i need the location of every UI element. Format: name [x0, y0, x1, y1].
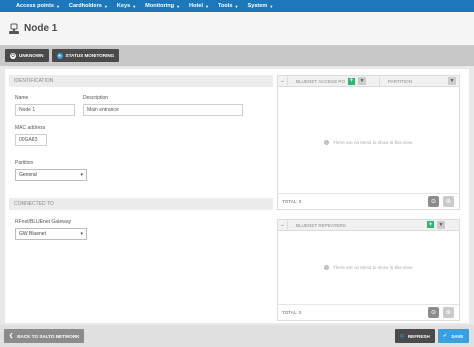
nav-access-points[interactable]: Access points ▼ — [16, 3, 60, 9]
power-icon: ⏻ — [10, 52, 16, 59]
filter-icon[interactable]: ▼ — [448, 77, 456, 85]
filter-icon[interactable]: ▼ — [437, 221, 445, 229]
remove-button[interactable]: ⊝ — [428, 196, 439, 207]
arrow-left-icon: ❮ — [9, 333, 14, 339]
status-monitoring-label: Status monitoring — [65, 53, 115, 58]
repeaters-column: BLUEnet Repeaters + ▼ — [288, 220, 459, 230]
nav-monitoring-label: Monitoring — [145, 3, 175, 9]
add-repeater-button[interactable]: + — [427, 221, 434, 228]
refresh-button[interactable]: ◇ Refresh — [395, 329, 435, 343]
collapse-chevron-icon[interactable]: ⌄ — [278, 76, 288, 86]
monitoring-icon: ● — [56, 52, 63, 59]
access-points-panel-footer: TOTAL: 0 ⊝ ⊗ — [278, 193, 459, 209]
remove-button[interactable]: ⊝ — [428, 307, 439, 318]
chevron-down-icon: ▾ — [80, 172, 83, 178]
chevron-down-icon: ▼ — [103, 3, 108, 9]
chevron-down-icon: ▼ — [205, 3, 209, 9]
refresh-button-label: Refresh — [407, 333, 430, 339]
name-input[interactable]: Node 1 — [15, 104, 75, 116]
back-button-label: Back to Salto Network — [17, 333, 80, 339]
gateway-select[interactable]: GW Bluenet ▾ — [15, 228, 87, 240]
nav-hotel-label: Hotel — [189, 3, 204, 9]
description-input[interactable]: Main entrance — [83, 104, 243, 116]
node-icon — [8, 23, 20, 35]
save-button-label: Save — [451, 333, 464, 339]
connected-to-header: Connected to — [9, 198, 273, 210]
page-title: Node 1 — [24, 23, 58, 34]
access-points-empty-text: There are no items to show in this view. — [332, 140, 414, 145]
repeaters-empty-text: There are no items to show in this view. — [332, 265, 414, 270]
connected-to-title: Connected to — [14, 201, 54, 207]
status-bar: ⏻ Unknown ● Status monitoring — [0, 45, 474, 66]
identification-header: Identification — [9, 75, 273, 87]
description-label: Description — [83, 95, 109, 101]
chevron-down-icon: ▼ — [132, 3, 137, 9]
gateway-select-value: GW Bluenet — [19, 231, 46, 237]
partition-column-label: Partition — [388, 78, 413, 84]
access-points-column-label: BLUEnet Access Po — [296, 78, 345, 84]
identification-title: Identification — [14, 78, 54, 84]
unknown-status-button[interactable]: ⏻ Unknown — [5, 49, 49, 62]
repeaters-empty-message: i There are no items to show in this vie… — [278, 265, 459, 270]
mac-address-input[interactable]: 00GA83 — [15, 134, 47, 146]
partition-select[interactable]: General ▾ — [15, 169, 87, 181]
partition-label: Partition — [15, 160, 34, 166]
nav-keys[interactable]: Keys ▼ — [117, 3, 136, 9]
gateway-label: RFnet/BLUEnet Gateway — [15, 219, 72, 225]
bottom-bar: ❮ Back to Salto Network ◇ Refresh ✓ Save — [0, 325, 474, 347]
access-points-total: TOTAL: 0 — [282, 199, 302, 204]
chevron-down-icon: ▼ — [55, 3, 60, 9]
partition-column: Partition ▼ — [380, 76, 459, 86]
nav-access-points-label: Access points — [16, 3, 54, 9]
filter-icon[interactable]: ▼ — [357, 77, 366, 85]
repeaters-column-label: BLUEnet Repeaters — [296, 222, 346, 228]
chevron-down-icon: ▼ — [176, 3, 181, 9]
access-points-empty-message: i There are no items to show in this vie… — [278, 140, 459, 145]
top-navigation: Access points ▼ Cardholders ▼ Keys ▼ Monito… — [0, 0, 474, 12]
nav-system-label: System — [247, 3, 268, 9]
nav-cardholders[interactable]: Cardholders ▼ — [69, 3, 108, 9]
nav-cardholders-label: Cardholders — [68, 3, 102, 9]
save-button[interactable]: ✓ Save — [438, 329, 469, 343]
main-content: Identification Name Node 1 Description M… — [5, 69, 469, 323]
repeaters-panel-header: ⌄ BLUEnet Repeaters + ▼ — [278, 220, 459, 231]
delete-button[interactable]: ⊗ — [443, 307, 454, 318]
access-points-panel-header: ⌄ BLUEnet Access Po + ▼ Partition ▼ — [278, 76, 459, 87]
add-access-point-button[interactable]: + — [347, 77, 355, 85]
nav-tools[interactable]: Tools ▼ — [218, 3, 238, 9]
info-icon: i — [323, 140, 329, 145]
mac-address-label: MAC address — [15, 125, 46, 131]
chevron-down-icon: ▼ — [269, 3, 274, 9]
nav-hotel[interactable]: Hotel ▼ — [189, 3, 209, 9]
nav-monitoring[interactable]: Monitoring ▼ — [145, 3, 180, 9]
bluenet-access-points-panel: ⌄ BLUEnet Access Po + ▼ Partition ▼ i Th… — [277, 75, 460, 210]
partition-select-value: General — [19, 172, 37, 178]
info-icon: i — [323, 265, 329, 270]
check-icon: ✓ — [443, 333, 448, 339]
nav-system[interactable]: System ▼ — [247, 3, 273, 9]
status-monitoring-button[interactable]: ● Status monitoring — [51, 49, 120, 62]
repeaters-panel-footer: TOTAL: 0 ⊝ ⊗ — [278, 304, 459, 320]
collapse-chevron-icon[interactable]: ⌄ — [278, 220, 288, 230]
name-label: Name — [15, 95, 29, 101]
refresh-icon: ◇ — [400, 333, 404, 339]
nav-tools-label: Tools — [218, 3, 233, 9]
chevron-down-icon: ▾ — [80, 231, 83, 237]
unknown-status-label: Unknown — [19, 53, 44, 58]
bluenet-repeaters-panel: ⌄ BLUEnet Repeaters + ▼ i There are no i… — [277, 219, 460, 321]
repeaters-column-actions: + ▼ — [424, 221, 445, 229]
repeaters-total: TOTAL: 0 — [282, 310, 302, 315]
chevron-down-icon: ▼ — [234, 3, 239, 9]
delete-button[interactable]: ⊗ — [443, 196, 454, 207]
back-to-salto-network-button[interactable]: ❮ Back to Salto Network — [4, 329, 85, 343]
access-points-column: BLUEnet Access Po + ▼ — [288, 76, 380, 86]
nav-keys-label: Keys — [116, 3, 131, 9]
title-bar: Node 1 — [0, 12, 474, 45]
